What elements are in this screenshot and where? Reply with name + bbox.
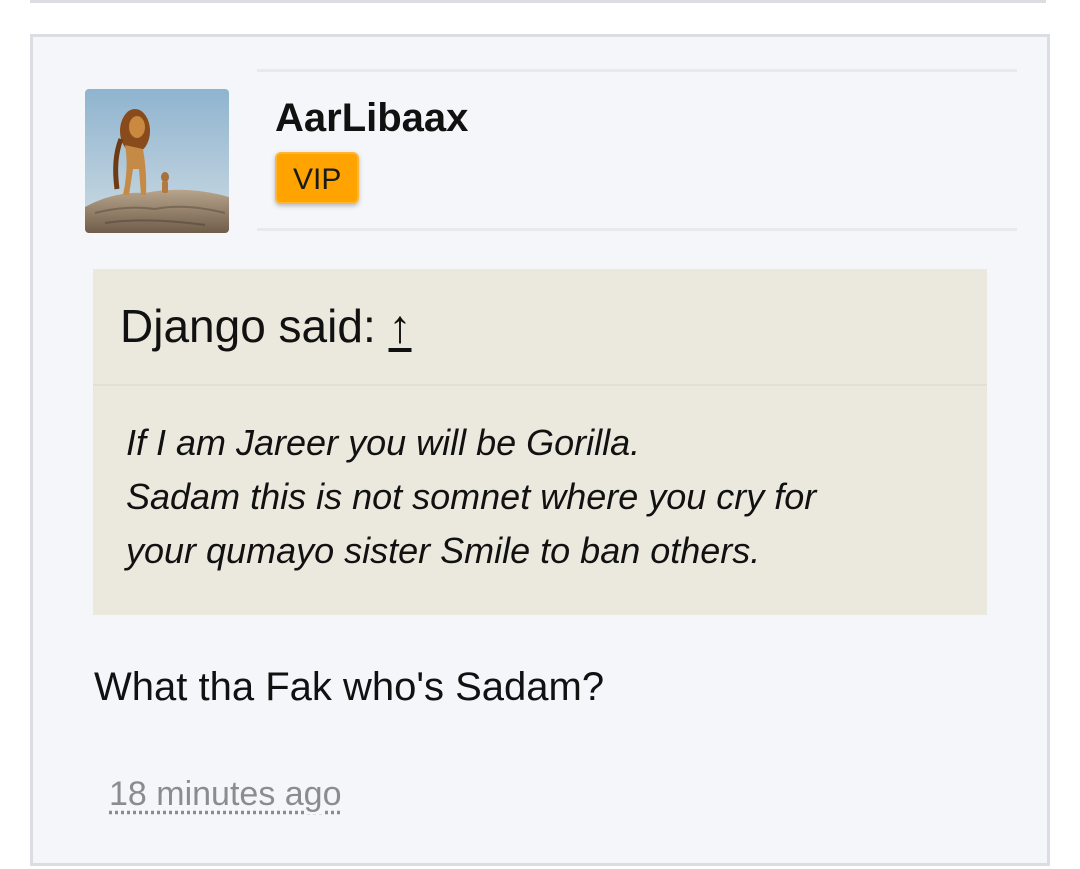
forum-post: AarLibaax VIP Django said: ↑ If I am Jar…	[30, 34, 1050, 866]
username[interactable]: AarLibaax	[275, 96, 468, 141]
post-timestamp[interactable]: 18 minutes ago	[109, 775, 342, 814]
quote-header: Django said: ↑	[93, 269, 987, 386]
quote-line: If I am Jareer you will be Gorilla.	[126, 422, 641, 463]
quote-line: Sadam this is not somnet where you cry f…	[126, 476, 817, 517]
lion-avatar-image	[85, 89, 229, 233]
quote-block: Django said: ↑ If I am Jareer you will b…	[93, 269, 987, 615]
quote-line: your qumayo sister Smile to ban others.	[126, 530, 761, 571]
user-info: AarLibaax VIP	[257, 69, 1017, 231]
quote-author-label: Django said:	[120, 300, 376, 352]
arrow-up-icon[interactable]: ↑	[389, 300, 412, 352]
vip-badge: VIP	[275, 152, 360, 204]
previous-post-edge	[30, 0, 1046, 3]
post-message: What tha Fak who's Sadam?	[94, 665, 605, 709]
quote-content: If I am Jareer you will be Gorilla. Sada…	[93, 386, 987, 578]
avatar[interactable]	[85, 89, 229, 233]
